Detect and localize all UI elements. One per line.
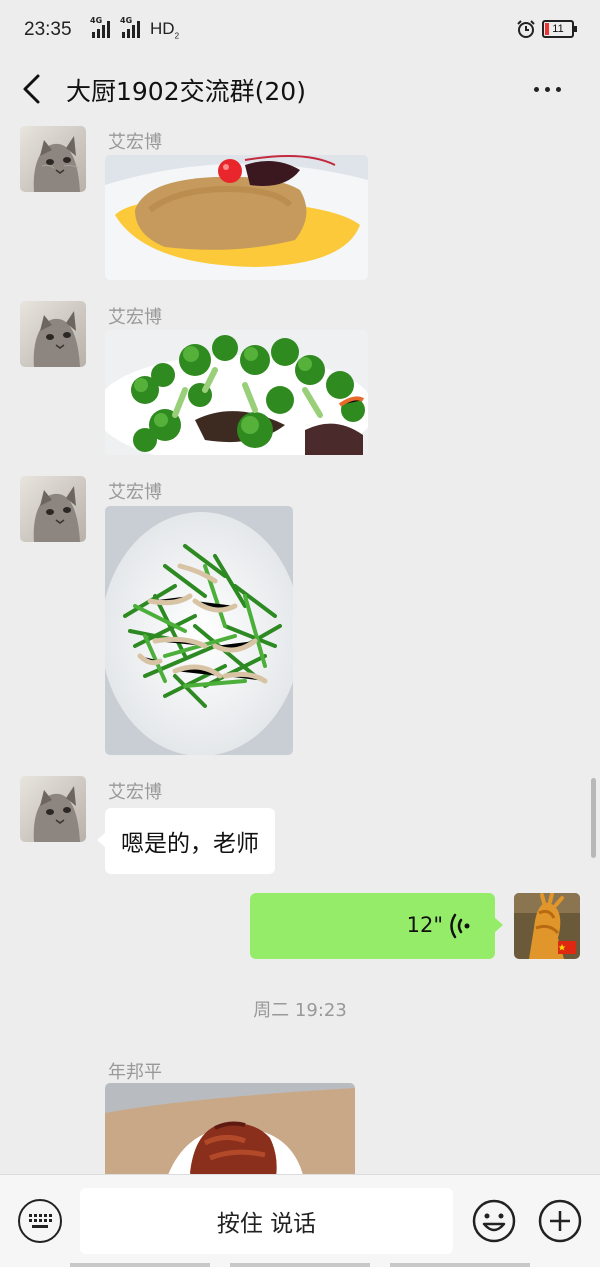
plus-button[interactable]	[538, 1199, 582, 1243]
voice-duration: 12"	[406, 913, 443, 937]
food-photo[interactable]	[105, 506, 293, 755]
sender-name: 艾宏博	[108, 132, 162, 153]
keyboard-toggle-button[interactable]	[18, 1199, 62, 1243]
battery-icon: 11	[542, 20, 577, 38]
avatar[interactable]	[20, 301, 86, 367]
alarm-icon	[517, 20, 535, 38]
signal-icon: 4G	[120, 16, 140, 38]
hd-indicator: HD2	[150, 19, 180, 41]
more-options-button[interactable]	[534, 80, 574, 98]
avatar[interactable]	[20, 476, 86, 542]
my-avatar[interactable]	[514, 893, 580, 959]
message-list[interactable]: 艾宏博 艾宏博 艾宏博 艾宏博 嗯是的，老师 12" 周二 19:23 年邦平	[0, 118, 600, 1174]
emoji-button[interactable]	[472, 1199, 516, 1243]
scrollbar[interactable]	[591, 778, 596, 858]
nav-indicator	[70, 1263, 530, 1267]
avatar[interactable]	[20, 126, 86, 192]
back-arrow-icon[interactable]	[18, 72, 48, 106]
status-bar: 23:35 4G 4G HD2 11	[0, 0, 600, 60]
timestamp: 周二 19:23	[253, 1000, 347, 1021]
input-bar: 按住 说话	[0, 1174, 600, 1267]
food-photo[interactable]	[105, 330, 368, 455]
food-photo[interactable]	[105, 155, 368, 280]
sender-name: 年邦平	[108, 1062, 162, 1083]
status-time: 23:35	[24, 19, 72, 40]
voice-wave-icon	[450, 913, 470, 939]
sender-name: 艾宏博	[108, 782, 162, 803]
signal-icon: 4G	[90, 16, 110, 38]
hold-to-talk-button[interactable]: 按住 说话	[80, 1188, 453, 1254]
sender-name: 艾宏博	[108, 482, 162, 503]
sender-name: 艾宏博	[108, 307, 162, 328]
food-photo[interactable]	[105, 1083, 355, 1174]
chat-title: 大厨1902交流群(20)	[66, 77, 306, 106]
keyboard-icon	[29, 1214, 52, 1228]
text-message-bubble[interactable]: 嗯是的，老师	[97, 808, 275, 874]
voice-message-bubble[interactable]: 12"	[250, 893, 503, 959]
chat-header: 大厨1902交流群(20)	[0, 60, 600, 118]
avatar[interactable]	[20, 776, 86, 842]
